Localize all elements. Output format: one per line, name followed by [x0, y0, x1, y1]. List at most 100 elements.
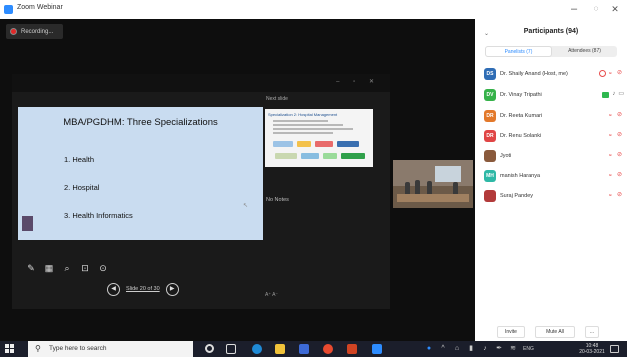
- participant-name: Dr. Vinay Tripathi: [500, 91, 542, 98]
- video-off-icon[interactable]: ⊘: [617, 152, 624, 159]
- system-tray: ● ^ ⌂ ▮ ♪ ✒ ≋ ENG: [425, 344, 534, 354]
- slides-grid-icon[interactable]: ▦: [44, 263, 54, 273]
- participant-row[interactable]: Suraj Pandey 𝄪 ⊘: [484, 189, 624, 202]
- maximize-button[interactable]: ◌: [589, 3, 603, 15]
- video-off-icon[interactable]: ⊘: [617, 192, 624, 199]
- pointer-icon: ↖: [243, 203, 249, 209]
- institute-logo: [22, 216, 66, 232]
- windows-start-icon[interactable]: [5, 344, 14, 353]
- projection-screen: [435, 166, 461, 182]
- camera-icon[interactable]: ⊡: [80, 263, 90, 273]
- file-explorer-icon[interactable]: [275, 344, 285, 354]
- next-slide-button[interactable]: ▶: [165, 282, 179, 296]
- tab-attendees[interactable]: Attendees (87): [552, 46, 617, 57]
- mic-muted-icon[interactable]: 𝄪: [609, 172, 614, 179]
- participant-name: Jyoti: [500, 152, 512, 159]
- video-off-icon[interactable]: ⊘: [617, 112, 624, 119]
- search-icon: ⚲: [35, 344, 41, 353]
- more-button[interactable]: ...: [585, 326, 599, 338]
- mic-muted-icon[interactable]: 𝄪: [609, 112, 614, 119]
- participant-video-thumbnail[interactable]: [393, 160, 473, 208]
- speaker-notes: No Notes: [266, 197, 289, 203]
- slide-counter[interactable]: Slide 20 of 30: [126, 286, 160, 292]
- minimize-button[interactable]: –: [567, 3, 581, 15]
- avatar: DR: [484, 129, 496, 142]
- annotation-tools: ✎ ▦ ⌕ ⊡ ⊙: [26, 262, 116, 274]
- avatar: DS: [484, 67, 496, 80]
- previous-slide-button[interactable]: ◀: [107, 282, 120, 296]
- edge-browser-icon[interactable]: [252, 344, 262, 354]
- panel-actions: Invite Mute All ...: [497, 326, 617, 338]
- next-slide-label: Next slide: [266, 96, 288, 102]
- battery-icon[interactable]: ▮: [467, 344, 475, 354]
- video-off-icon[interactable]: ⊘: [617, 172, 624, 179]
- help-icon[interactable]: ●: [425, 344, 433, 354]
- shared-screen: – ▫ ✕ Next slide MBA/PGDHM: Three Specia…: [12, 74, 390, 309]
- slide-bullet: 1. Health: [64, 155, 95, 164]
- task-view-icon[interactable]: [226, 344, 236, 354]
- tab-panelists[interactable]: Panelists (7): [485, 46, 552, 57]
- participant-name: manish Haranya: [500, 172, 541, 179]
- more-options-icon[interactable]: ⊙: [98, 263, 108, 273]
- mute-all-button[interactable]: Mute All: [535, 326, 575, 338]
- participants-title: Participants (94): [523, 28, 579, 35]
- video-off-icon[interactable]: ⊘: [617, 70, 624, 77]
- chevron-up-icon[interactable]: ^: [439, 344, 447, 354]
- mic-muted-icon[interactable]: 𝄪: [609, 192, 614, 199]
- wifi-icon[interactable]: ≋: [509, 344, 517, 354]
- recording-label: Recording...: [21, 28, 54, 35]
- avatar: [484, 189, 496, 202]
- zoom-icon[interactable]: ⌕: [62, 263, 72, 273]
- mic-muted-icon[interactable]: 𝄪: [609, 152, 614, 159]
- avatar: DR: [484, 109, 496, 122]
- taskbar-search-box[interactable]: ⚲ Type here to search: [28, 341, 193, 357]
- participant-tabs: Panelists (7) Attendees (87): [485, 46, 617, 57]
- avatar: DV: [484, 88, 496, 101]
- participants-panel: ⌄ Participants (94) Panelists (7) Attend…: [475, 19, 627, 341]
- presenter-window-controls[interactable]: – ▫ ✕: [336, 78, 380, 85]
- slide-bullet: 3. Health Informatics: [64, 211, 133, 220]
- next-slide-preview[interactable]: Specialization 2: Hospital Management: [265, 109, 373, 167]
- presenter-status-bar: [12, 96, 262, 104]
- invite-button[interactable]: Invite: [497, 326, 525, 338]
- participant-row[interactable]: DR Dr. Reeta Kumari 𝄪 ⊘: [484, 109, 624, 122]
- close-button[interactable]: ✕: [608, 3, 622, 15]
- title-bar: Zoom Webinar – ◌ ✕: [0, 0, 627, 19]
- mic-muted-icon[interactable]: 𝄪: [609, 132, 614, 139]
- participant-row[interactable]: Jyoti 𝄪 ⊘: [484, 149, 624, 162]
- powerpoint-icon[interactable]: [347, 344, 357, 354]
- recording-indicator[interactable]: Recording...: [6, 24, 63, 39]
- cortana-icon[interactable]: [205, 344, 214, 353]
- volume-icon[interactable]: ♪: [481, 344, 489, 354]
- avatar: MH: [484, 169, 496, 182]
- next-slide-title: Specialization 2: Hospital Management: [268, 112, 338, 117]
- notes-font-size-controls[interactable]: A⁺ A⁻: [265, 292, 278, 298]
- pen-workspace-icon[interactable]: ✒: [495, 344, 503, 354]
- participant-name: Dr. Shaily Anand (Host, me): [500, 70, 568, 77]
- video-icon[interactable]: ▭: [618, 91, 624, 98]
- mic-muted-icon[interactable]: 𝄪: [609, 70, 614, 77]
- screen-share-icon: [602, 91, 610, 98]
- slide-navigation: ◀ Slide 20 of 30 ▶: [107, 282, 187, 296]
- taskbar-clock[interactable]: 10:48 20-03-2021: [577, 343, 607, 355]
- presenter-toolbar: – ▫ ✕: [12, 74, 390, 92]
- video-off-icon[interactable]: ⊘: [617, 132, 624, 139]
- clock-date: 20-03-2021: [579, 349, 605, 355]
- participant-row[interactable]: DR Dr. Renu Solanki 𝄪 ⊘: [484, 129, 624, 142]
- main-video-area: Recording... – ▫ ✕ Next slide MBA/PGDHM:…: [0, 19, 475, 341]
- zoom-taskbar-icon[interactable]: [372, 344, 382, 354]
- participant-name: Dr. Reeta Kumari: [500, 112, 543, 119]
- participant-row[interactable]: MH manish Haranya 𝄪 ⊘: [484, 169, 624, 182]
- notification-icon[interactable]: [610, 345, 619, 353]
- record-icon: [10, 28, 17, 35]
- participant-row[interactable]: DS Dr. Shaily Anand (Host, me) 𝄪 ⊘: [484, 67, 624, 80]
- windows-taskbar: ⚲ Type here to search ● ^ ⌂ ▮ ♪ ✒ ≋ ENG …: [0, 341, 627, 357]
- language-indicator[interactable]: ENG: [523, 344, 534, 354]
- window-title: Zoom Webinar: [17, 4, 63, 11]
- store-icon[interactable]: [299, 344, 309, 354]
- participant-row[interactable]: DV Dr. Vinay Tripathi ♪ ▭: [484, 88, 624, 101]
- mic-on-icon[interactable]: ♪: [612, 91, 615, 98]
- pen-icon[interactable]: ✎: [26, 263, 36, 273]
- network-icon[interactable]: ⌂: [453, 344, 461, 354]
- chrome-icon[interactable]: [323, 344, 333, 354]
